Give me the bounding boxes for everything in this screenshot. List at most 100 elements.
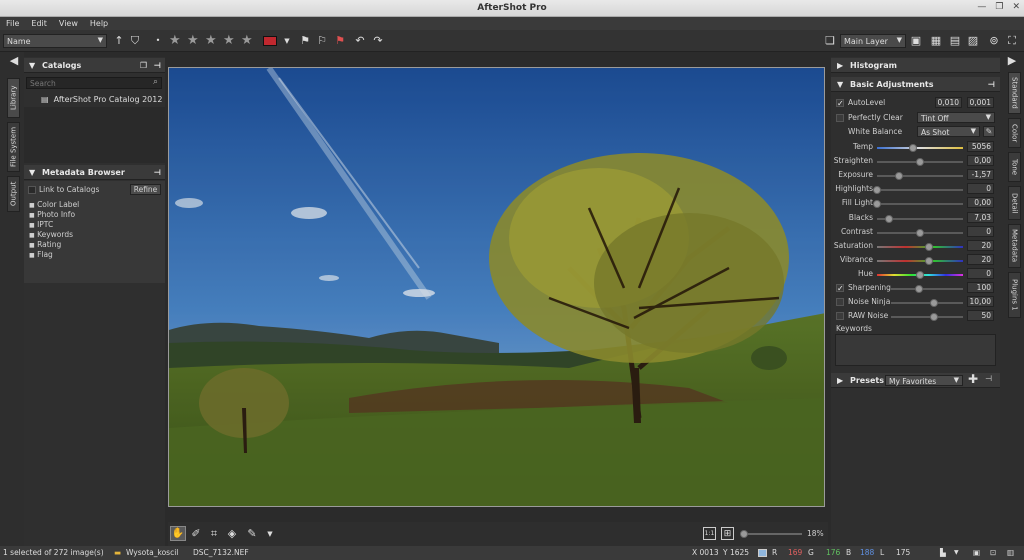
redeye-icon[interactable]: ◈: [225, 527, 239, 541]
brush-icon[interactable]: ✐: [189, 527, 203, 541]
chevron-down-icon[interactable]: ▼: [954, 549, 959, 556]
eyedropper-icon[interactable]: ✎: [983, 126, 995, 137]
adjust-slider[interactable]: [877, 214, 963, 223]
zoom-1-1-icon[interactable]: 1:1: [703, 527, 716, 540]
slider-knob[interactable]: [924, 242, 933, 251]
adjust-value[interactable]: 5056: [967, 141, 994, 152]
slider-knob[interactable]: [930, 299, 939, 307]
list-item[interactable]: ■ Photo Info: [29, 210, 79, 220]
color-label-swatch[interactable]: [263, 36, 277, 46]
add-catalog-icon[interactable]: ❐: [140, 58, 147, 73]
raw-noise-value[interactable]: 50: [967, 310, 994, 321]
adjust-value[interactable]: 0: [967, 183, 994, 195]
link-catalogs-checkbox[interactable]: [28, 186, 36, 194]
collapse-left-icon[interactable]: ◀: [7, 54, 21, 68]
autolevel-value-1[interactable]: 0,010: [935, 97, 962, 108]
tab-file-system[interactable]: File System: [7, 122, 20, 172]
slider-knob[interactable]: [916, 158, 924, 167]
add-preset-icon[interactable]: ✚: [968, 372, 978, 386]
refine-button[interactable]: Refine: [130, 184, 161, 195]
menu-help[interactable]: Help: [90, 19, 108, 28]
pin-icon[interactable]: ⊣: [154, 165, 161, 180]
tab-library[interactable]: Library: [7, 78, 20, 118]
chevron-down-icon[interactable]: ▼: [263, 527, 277, 541]
menu-view[interactable]: View: [59, 19, 78, 28]
catalogs-header[interactable]: ▼ Catalogs ❐ ⊣: [24, 58, 165, 73]
noise-ninja-slider[interactable]: [891, 299, 963, 307]
adjust-value[interactable]: 0,00: [967, 155, 994, 167]
tab-standard[interactable]: Standard: [1008, 72, 1021, 114]
autolevel-value-2[interactable]: 0,001: [967, 97, 994, 108]
no-rating-icon[interactable]: •: [151, 34, 165, 48]
minimize-icon[interactable]: —: [977, 2, 986, 12]
sort-select[interactable]: Name ▼: [3, 34, 107, 48]
compare-view-icon[interactable]: ▤: [948, 34, 962, 48]
adjust-value[interactable]: 20: [967, 253, 994, 265]
slider-knob[interactable]: [924, 256, 933, 265]
image-viewer[interactable]: [168, 67, 825, 507]
noise-ninja-value[interactable]: 10,00: [967, 296, 994, 307]
rotate-left-icon[interactable]: ↶: [353, 34, 367, 48]
settings-icon[interactable]: ⊚: [987, 34, 1001, 48]
histogram-header[interactable]: ▶ Histogram: [831, 58, 1000, 73]
tab-metadata[interactable]: Metadata: [1008, 224, 1021, 268]
slider-knob[interactable]: [915, 285, 924, 293]
star-icon[interactable]: ★: [187, 33, 199, 48]
adjust-slider[interactable]: [877, 242, 963, 251]
presets-select[interactable]: My Favorites ▼: [885, 375, 963, 386]
adjust-slider[interactable]: [877, 270, 963, 279]
layout-icon[interactable]: ▙: [940, 548, 946, 557]
slider-knob[interactable]: [916, 270, 924, 279]
autolevel-checkbox[interactable]: ✓: [836, 99, 844, 108]
white-balance-select[interactable]: As Shot ▼: [917, 126, 980, 137]
panel-toggle-icon[interactable]: ▥: [1007, 548, 1014, 557]
keywords-field[interactable]: [835, 334, 996, 366]
grid-view-icon[interactable]: ▦: [929, 34, 943, 48]
pin-icon[interactable]: ⊣: [154, 58, 161, 73]
sort-direction-icon[interactable]: ↑: [112, 34, 126, 48]
adjust-slider[interactable]: [877, 228, 963, 237]
adjust-value[interactable]: 0: [967, 225, 994, 237]
menu-edit[interactable]: Edit: [31, 19, 47, 28]
adjust-slider[interactable]: [877, 172, 963, 181]
slider-knob[interactable]: [740, 530, 748, 538]
hand-tool-icon[interactable]: ✋: [170, 526, 186, 541]
layer-select[interactable]: Main Layer ▼: [840, 34, 906, 48]
adjust-slider[interactable]: [877, 144, 963, 152]
adjust-value[interactable]: 7,03: [967, 211, 994, 223]
tab-plugins[interactable]: Plugins 1: [1008, 272, 1021, 318]
pin-icon[interactable]: ⊣: [988, 77, 995, 92]
tether-icon[interactable]: ▣: [973, 548, 980, 557]
collapse-right-icon[interactable]: ▶: [1005, 54, 1019, 68]
raw-noise-slider[interactable]: [891, 313, 963, 321]
list-item[interactable]: ■ Keywords: [29, 230, 79, 240]
raw-noise-checkbox[interactable]: [836, 312, 844, 320]
star-icon[interactable]: ★: [169, 33, 181, 48]
adjust-slider[interactable]: [877, 158, 963, 167]
list-item[interactable]: ■ Color Label: [29, 200, 79, 210]
slider-knob[interactable]: [930, 313, 939, 321]
list-item[interactable]: ■ Rating: [29, 240, 79, 250]
layers-icon[interactable]: ❏: [823, 34, 837, 48]
slider-knob[interactable]: [885, 214, 894, 223]
flag-reject-icon[interactable]: ⚐: [315, 34, 329, 48]
single-view-icon[interactable]: ▨: [966, 34, 980, 48]
menu-file[interactable]: File: [6, 19, 19, 28]
zoom-slider[interactable]: [740, 530, 802, 538]
perfectly-clear-checkbox[interactable]: [836, 114, 844, 122]
slider-knob[interactable]: [909, 144, 918, 152]
tint-select[interactable]: Tint Off ▼: [917, 112, 995, 123]
basic-adjustments-header[interactable]: ▼ Basic Adjustments ⊣: [831, 77, 1000, 92]
slider-knob[interactable]: [894, 172, 903, 181]
noise-ninja-checkbox[interactable]: [836, 298, 844, 306]
slider-knob[interactable]: [916, 228, 924, 237]
chevron-down-icon[interactable]: ▼: [280, 34, 294, 48]
lock-icon[interactable]: ⊡: [990, 548, 996, 557]
tab-detail[interactable]: Detail: [1008, 186, 1021, 220]
list-item[interactable]: ■ IPTC: [29, 220, 79, 230]
adjust-value[interactable]: 0: [967, 267, 994, 279]
slider-knob[interactable]: [873, 186, 881, 195]
fit-screen-icon[interactable]: ⊞: [721, 527, 734, 540]
sharpening-value[interactable]: 100: [967, 282, 994, 293]
flag-icon[interactable]: ⚑: [298, 34, 312, 48]
